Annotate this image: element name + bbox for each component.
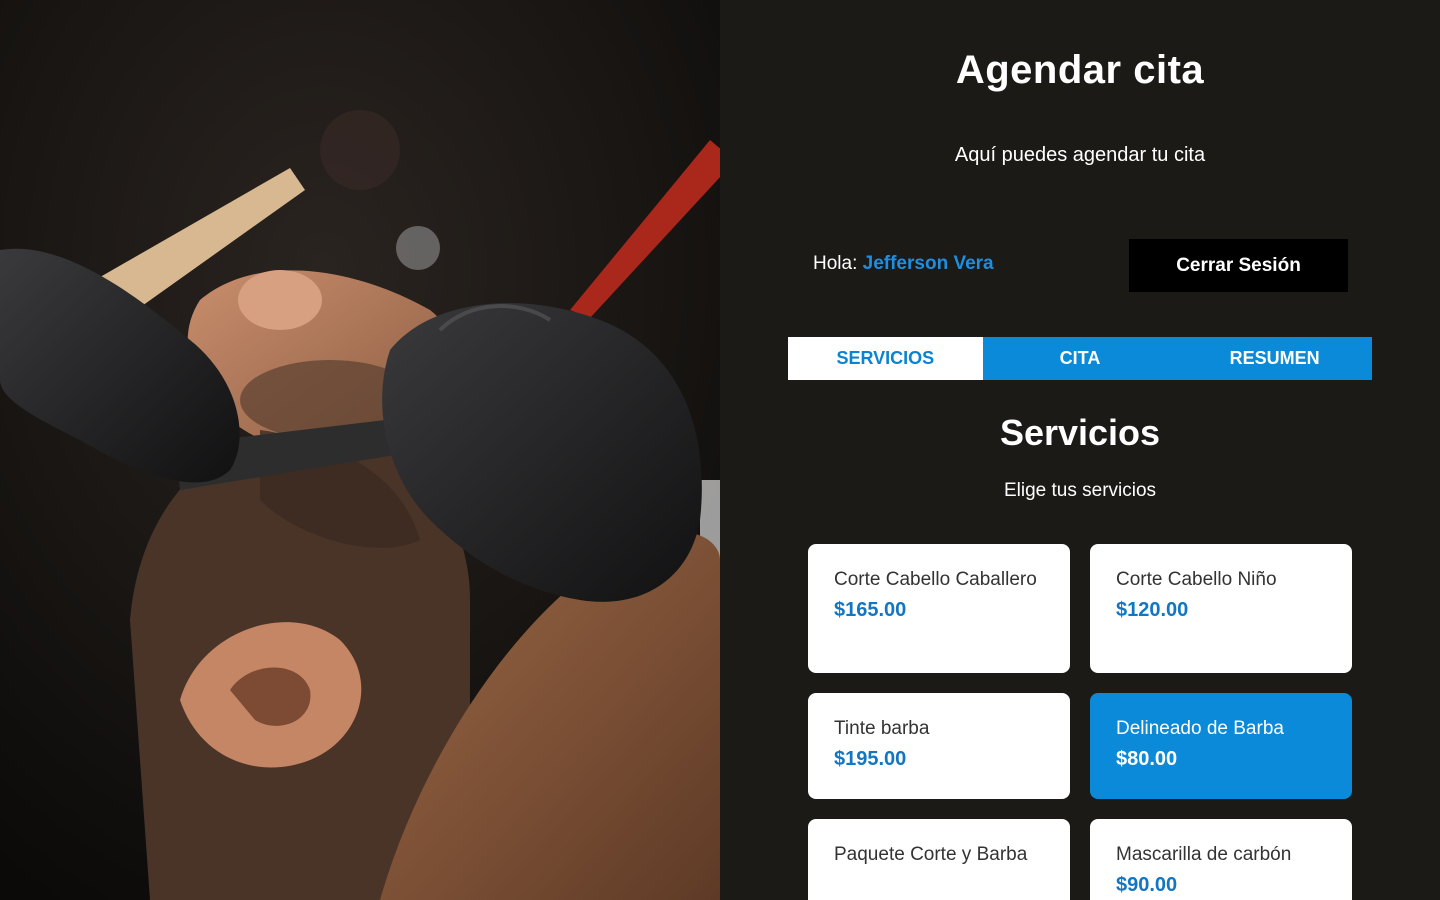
- section-subtitle: Elige tus servicios: [1003, 480, 1157, 501]
- service-card[interactable]: Tinte barba $195.00: [808, 693, 1070, 799]
- tab-resumen[interactable]: Resumen: [1177, 337, 1372, 380]
- logout-button[interactable]: Cerrar Sesión: [1129, 239, 1348, 292]
- service-price: $90.00: [1116, 874, 1178, 896]
- page-subtitle: Aquí puedes agendar tu cita: [954, 144, 1206, 166]
- service-price: $195.00: [834, 748, 907, 770]
- service-price: $80.00: [1116, 748, 1178, 770]
- service-card[interactable]: Paquete Corte y Barba: [808, 819, 1070, 900]
- user-greeting: Hola: Jefferson Vera: [813, 253, 994, 275]
- section-title: Servicios: [999, 412, 1161, 453]
- service-name: Delineado de Barba: [1116, 718, 1284, 739]
- service-name: Corte Cabello Niño: [1116, 569, 1277, 590]
- step-tabs: Servicios Cita Resumen: [788, 337, 1372, 380]
- user-name: Jefferson Vera: [862, 253, 994, 274]
- appointment-page: Agendar cita Aquí puedes agendar tu cita…: [0, 0, 1440, 900]
- service-card[interactable]: Mascarilla de carbón $90.00: [1090, 819, 1352, 900]
- service-card[interactable]: Corte Cabello Niño $120.00: [1090, 544, 1352, 673]
- service-name: Paquete Corte y Barba: [834, 844, 1028, 865]
- service-name: Tinte barba: [834, 718, 930, 739]
- page-title: Agendar cita: [955, 48, 1205, 92]
- service-name: Corte Cabello Caballero: [834, 569, 1037, 590]
- tab-cita[interactable]: Cita: [983, 337, 1178, 380]
- service-card-selected[interactable]: Delineado de Barba $80.00: [1090, 693, 1352, 799]
- service-name: Mascarilla de carbón: [1116, 844, 1292, 865]
- hero-image: [0, 0, 720, 900]
- service-price: $120.00: [1116, 599, 1189, 621]
- service-card[interactable]: Corte Cabello Caballero $165.00: [808, 544, 1070, 673]
- appointment-panel: Agendar cita Aquí puedes agendar tu cita…: [720, 0, 1440, 900]
- tab-servicios[interactable]: Servicios: [788, 337, 983, 380]
- greeting-label: Hola:: [813, 253, 858, 274]
- barber-photo-illustration: [0, 0, 720, 900]
- service-price: $165.00: [834, 599, 907, 621]
